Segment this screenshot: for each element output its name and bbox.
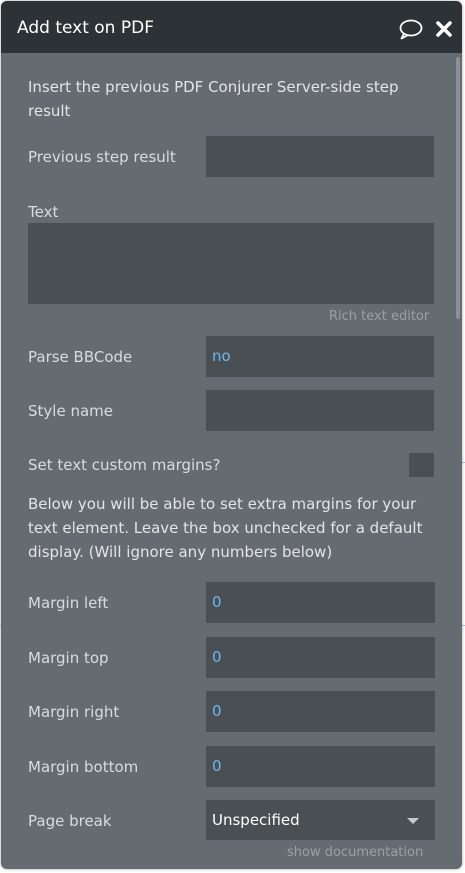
margin-right-label: Margin right bbox=[28, 703, 120, 721]
custom-margins-label: Set text custom margins? bbox=[28, 456, 221, 474]
previous-step-result-label: Previous step result bbox=[28, 148, 176, 166]
previous-step-result-input[interactable] bbox=[206, 136, 434, 177]
margin-right-input[interactable]: 0 bbox=[206, 691, 435, 732]
chevron-down-icon bbox=[407, 818, 419, 824]
margin-top-input[interactable]: 0 bbox=[206, 637, 435, 678]
margin-top-label: Margin top bbox=[28, 649, 109, 667]
style-name-label: Style name bbox=[28, 402, 113, 420]
parse-bbcode-label: Parse BBCode bbox=[28, 348, 133, 366]
page-break-selected-value: Unspecified bbox=[212, 811, 300, 829]
margin-left-label: Margin left bbox=[28, 594, 109, 612]
close-icon[interactable] bbox=[435, 20, 453, 38]
custom-margins-checkbox[interactable] bbox=[409, 453, 434, 477]
text-input[interactable] bbox=[28, 223, 434, 304]
page-break-label: Page break bbox=[28, 812, 112, 830]
scrollbar[interactable] bbox=[456, 57, 460, 319]
panel-header: Add text on PDF bbox=[1, 1, 462, 53]
margin-left-input[interactable]: 0 bbox=[206, 582, 435, 623]
parse-bbcode-input[interactable]: no bbox=[206, 336, 434, 377]
margins-help-text: Below you will be able to set extra marg… bbox=[28, 495, 423, 561]
page-break-select[interactable]: Unspecified bbox=[206, 800, 435, 840]
panel-title: Add text on PDF bbox=[17, 18, 154, 38]
show-documentation-link[interactable]: show documentation bbox=[287, 844, 423, 862]
panel-body: Insert the previous PDF Conjurer Server-… bbox=[1, 53, 462, 869]
margin-bottom-input[interactable]: 0 bbox=[206, 746, 435, 787]
comment-icon[interactable] bbox=[398, 18, 424, 40]
rich-text-editor-link[interactable]: Rich text editor bbox=[329, 308, 429, 326]
style-name-input[interactable] bbox=[206, 390, 434, 431]
add-text-on-pdf-panel: Add text on PDF Insert the previous PDF … bbox=[1, 1, 462, 869]
margin-bottom-label: Margin bottom bbox=[28, 758, 139, 776]
intro-text: Insert the previous PDF Conjurer Server-… bbox=[28, 78, 399, 120]
text-label: Text bbox=[28, 203, 59, 221]
